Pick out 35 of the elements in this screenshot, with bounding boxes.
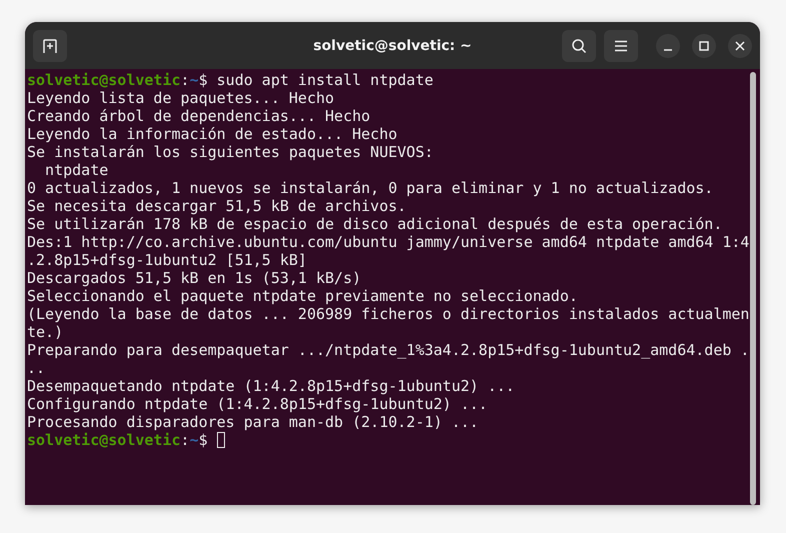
- output-line: 0 actualizados, 1 nuevos se instalarán, 0 para eliminar y 1 no actualizados.: [27, 179, 714, 197]
- output-line: Procesando disparadores para man-db (2.10.2-1) ...: [27, 413, 479, 431]
- menu-button[interactable]: [604, 30, 638, 62]
- output-line: Preparando para desempaquetar .../ntpdate_1%3a4.2.8p15+dfsg-1ubuntu2_amd64.deb .: [27, 341, 750, 359]
- search-button[interactable]: [562, 30, 596, 62]
- close-icon: [735, 40, 745, 50]
- maximize-icon: [699, 40, 709, 50]
- prompt-line: solvetic@solvetic:~$ sudo apt install ntpdate: [27, 71, 434, 89]
- output-line: Leyendo lista de paquetes... Hecho: [27, 89, 334, 107]
- output-line: Descargados 51,5 kB en 1s (53,1 kB/s): [27, 269, 362, 287]
- output-line: (Leyendo la base de datos ... 206989 ficheros o directorios instalados actualmen: [27, 305, 750, 323]
- minimize-button[interactable]: [656, 34, 680, 58]
- new-tab-button[interactable]: [33, 30, 67, 62]
- output-line: te.): [27, 323, 64, 341]
- new-tab-icon: [42, 38, 58, 54]
- search-icon: [571, 38, 587, 54]
- output-line: Seleccionando el paquete ntpdate previamente no seleccionado.: [27, 287, 578, 305]
- output-line: Se necesita descargar 51,5 kB de archivos.: [27, 197, 406, 215]
- output-line: Desempaquetando ntpdate (1:4.2.8p15+dfsg-1ubuntu2) ...: [27, 377, 515, 395]
- window-title: solvetic@solvetic: ~: [313, 38, 472, 54]
- output-line: Se instalarán los siguientes paquetes NUEVOS:: [27, 143, 434, 161]
- output-line: Leyendo la información de estado... Hecho: [27, 125, 398, 143]
- output-line: Des:1 http://co.archive.ubuntu.com/ubuntu jammy/universe amd64 ntpdate amd64 1:4: [27, 233, 750, 251]
- maximize-button[interactable]: [692, 34, 716, 58]
- output-line: Configurando ntpdate (1:4.2.8p15+dfsg-1ubuntu2) ...: [27, 395, 488, 413]
- output-line: Se utilizarán 178 kB de espacio de disco adicional después de esta operación.: [27, 215, 722, 233]
- prompt-line: solvetic@solvetic:~$: [27, 431, 208, 449]
- scrollbar-thumb[interactable]: [750, 72, 756, 505]
- output-line: .2.8p15+dfsg-1ubuntu2 [51,5 kB]: [27, 251, 307, 269]
- menu-icon: [614, 40, 628, 52]
- minimize-icon: [663, 48, 673, 50]
- output-line: ntpdate: [44, 161, 108, 179]
- close-button[interactable]: [728, 34, 752, 58]
- output-line: ..: [27, 359, 46, 377]
- output-line: Creando árbol de dependencias... Hecho: [27, 107, 370, 125]
